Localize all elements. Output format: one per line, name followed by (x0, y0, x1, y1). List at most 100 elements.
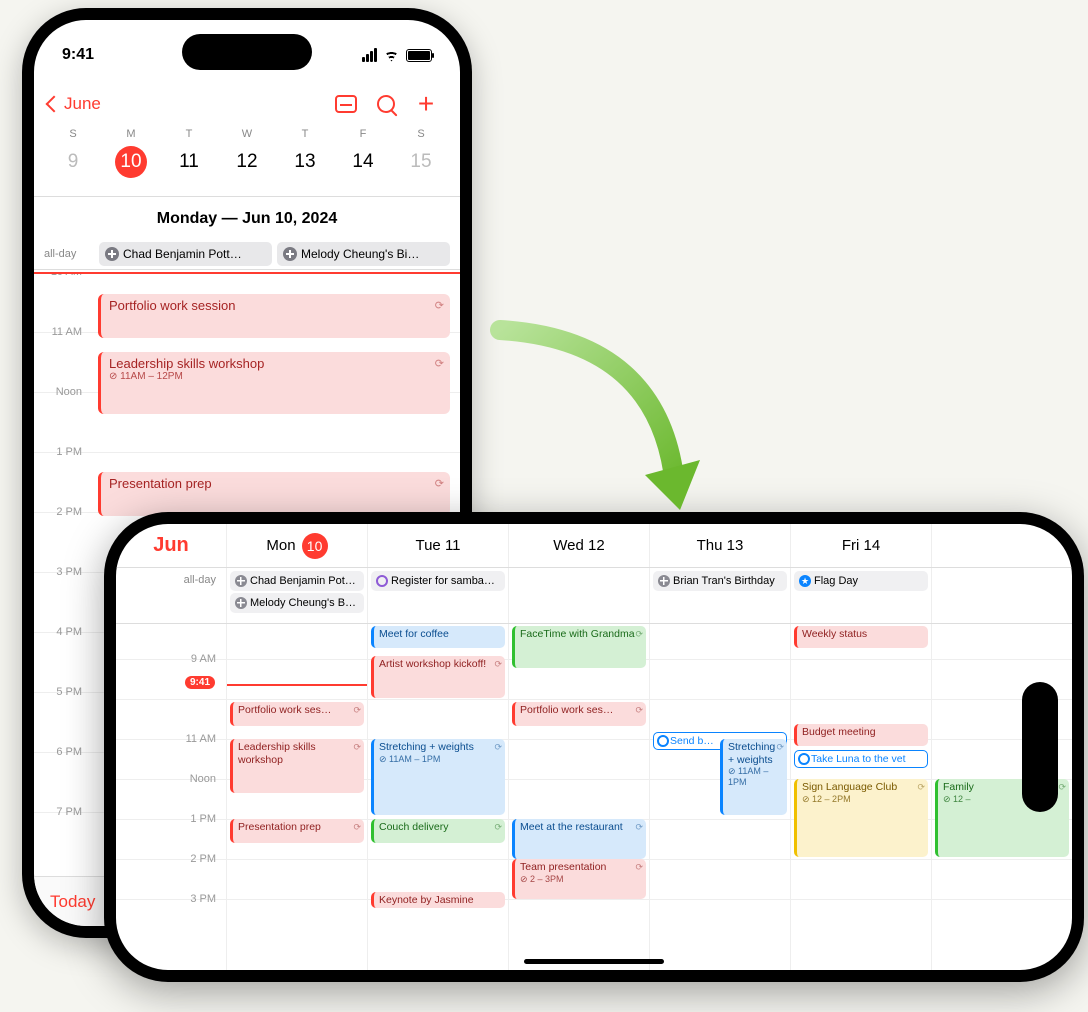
day-label: Fri 14 (842, 537, 880, 554)
weekday-column[interactable]: W 12 (218, 128, 276, 178)
calendar-event[interactable]: Meet at the restaurant⟳ (512, 819, 646, 859)
weekday-column[interactable]: F 14 (334, 128, 392, 178)
weekday-letter: M (102, 128, 160, 140)
calendar-event[interactable]: Artist workshop kickoff!⟳ (371, 656, 505, 698)
week-grid[interactable]: 9 AM11 AMNoon1 PM2 PM3 PM Portfolio work… (116, 624, 1072, 970)
day-column[interactable]: Portfolio work ses…⟳ Leadership skills wo… (226, 624, 367, 970)
day-title: Monday — Jun 10, 2024 (34, 210, 460, 228)
calendar-event[interactable]: Leadership skills workshop⟳ (230, 739, 364, 793)
calendar-event[interactable]: Leadership skills workshop⊘ 11AM – 12PM⟳ (98, 352, 450, 414)
weekday-column[interactable]: T 11 (160, 128, 218, 178)
home-indicator[interactable] (524, 959, 664, 964)
weekday-column[interactable]: S 9 (44, 128, 102, 178)
day-header[interactable] (931, 524, 1072, 567)
calendar-event[interactable]: Weekly status (794, 626, 928, 648)
hour-label: 2 PM (34, 506, 90, 518)
hour-label: 7 PM (34, 806, 90, 818)
gift-icon (283, 247, 297, 261)
hour-label: Noon (34, 386, 90, 398)
search-button[interactable] (366, 86, 406, 122)
all-day-event[interactable]: Melody Cheung's Bi… (277, 242, 450, 266)
plus-icon: + (418, 90, 434, 118)
all-day-column: Chad Benjamin Pot… Melody Cheung's B… (226, 568, 367, 623)
weekday-letter: T (160, 128, 218, 140)
day-header[interactable]: Tue 11 (367, 524, 508, 567)
hour-label: 3 PM (34, 566, 90, 578)
day-header[interactable]: Fri 14 (790, 524, 931, 567)
repeat-icon: ⟳ (494, 742, 502, 753)
repeat-icon: ⟳ (917, 782, 925, 793)
day-column[interactable]: Meet for coffee Artist workshop kickoff!⟳… (367, 624, 508, 970)
calendar-event[interactable]: Presentation prep⟳ (98, 472, 450, 516)
all-day-event[interactable]: Brian Tran's Birthday (653, 571, 787, 591)
dynamic-island (1022, 682, 1058, 812)
all-day-row-landscape: all-day Chad Benjamin Pot… Melody Cheung'… (116, 568, 1072, 624)
weekday-letter: S (44, 128, 102, 140)
calendar-event[interactable]: Portfolio work ses…⟳ (230, 702, 364, 726)
hour-label: 5 PM (34, 686, 90, 698)
calendar-event[interactable]: Team presentation⊘ 2 – 3PM⟳ (512, 859, 646, 899)
weekday-column[interactable]: S 15 (392, 128, 450, 178)
day-header[interactable]: Thu 13 (649, 524, 790, 567)
ring-icon (376, 575, 388, 587)
selected-day-badge: 10 (302, 533, 328, 559)
add-event-button[interactable]: + (406, 86, 446, 122)
all-day-column: Register for samba… (367, 568, 508, 623)
all-day-event[interactable]: Register for samba… (371, 571, 505, 591)
weekday-number: 9 (44, 146, 102, 178)
calendar-event[interactable]: FaceTime with Grandma⟳ (512, 626, 646, 668)
calendar-event[interactable]: Take Luna to the vet (794, 750, 928, 768)
calendar-event[interactable]: Portfolio work session⟳ (98, 294, 450, 338)
screen: Jun Mon10Tue 11Wed 12Thu 13 Fri 14 all-da… (116, 524, 1072, 970)
week-header-landscape: Jun Mon10Tue 11Wed 12Thu 13 Fri 14 (116, 524, 1072, 568)
chip-text: Melody Cheung's B… (250, 597, 356, 609)
day-column[interactable]: Weekly status Budget meeting Take Luna to … (790, 624, 931, 970)
weekday-letter: S (392, 128, 450, 140)
weekday-number: 12 (218, 146, 276, 178)
all-day-label: all-day (116, 568, 226, 623)
weekday-column[interactable]: M 10 (102, 128, 160, 178)
dynamic-island (182, 34, 312, 70)
all-day-event[interactable]: Melody Cheung's B… (230, 593, 364, 613)
chip-text: Register for samba… (391, 575, 495, 587)
view-toggle-button[interactable] (326, 86, 366, 122)
all-day-label: all-day (44, 248, 94, 260)
calendar-event[interactable]: Budget meeting (794, 724, 928, 746)
weekday-number: 10 (115, 146, 147, 178)
day-column[interactable]: Send b…Stretching + weights⊘ 11AM – 1PM⟳ (649, 624, 790, 970)
calendar-event[interactable]: Stretching + weights⊘ 11AM – 1PM⟳ (371, 739, 505, 815)
back-button[interactable]: June (48, 94, 101, 114)
weekday-number: 13 (276, 146, 334, 178)
day-header[interactable]: Wed 12 (508, 524, 649, 567)
weekday-letter: F (334, 128, 392, 140)
gift-icon (658, 575, 670, 587)
all-day-event[interactable]: Chad Benjamin Pott… (99, 242, 272, 266)
all-day-text: Melody Cheung's Bi… (301, 247, 419, 261)
calendar-event[interactable]: Stretching + weights⊘ 11AM – 1PM⟳ (720, 739, 787, 815)
repeat-icon: ⟳ (435, 299, 444, 312)
hour-label: 1 PM (190, 813, 216, 825)
all-day-event[interactable]: ★Flag Day (794, 571, 928, 591)
repeat-icon: ⟳ (635, 862, 643, 873)
day-header[interactable]: Mon10 (226, 524, 367, 567)
chip-text: Brian Tran's Birthday (673, 575, 775, 587)
hour-label: 9 AM (191, 653, 216, 665)
hour-label: 3 PM (190, 893, 216, 905)
battery-icon (406, 49, 432, 62)
calendar-event[interactable]: Keynote by Jasmine (371, 892, 505, 908)
repeat-icon: ⟳ (353, 705, 361, 716)
calendar-event[interactable]: Sign Language Club⊘ 12 – 2PM⟳ (794, 779, 928, 857)
calendar-event[interactable]: Portfolio work ses…⟳ (512, 702, 646, 726)
repeat-icon: ⟳ (635, 629, 643, 640)
calendar-event[interactable]: Meet for coffee (371, 626, 505, 648)
iphone-landscape: Jun Mon10Tue 11Wed 12Thu 13 Fri 14 all-da… (104, 512, 1084, 982)
today-button[interactable]: Today (50, 892, 95, 912)
weekday-letter: W (218, 128, 276, 140)
day-column[interactable]: FaceTime with Grandma⟳ Portfolio work ses… (508, 624, 649, 970)
weekday-column[interactable]: T 13 (276, 128, 334, 178)
month-button[interactable]: Jun (116, 524, 226, 567)
calendar-event[interactable]: Couch delivery⟳ (371, 819, 505, 843)
search-icon (377, 95, 395, 113)
calendar-event[interactable]: Presentation prep⟳ (230, 819, 364, 843)
all-day-event[interactable]: Chad Benjamin Pot… (230, 571, 364, 591)
